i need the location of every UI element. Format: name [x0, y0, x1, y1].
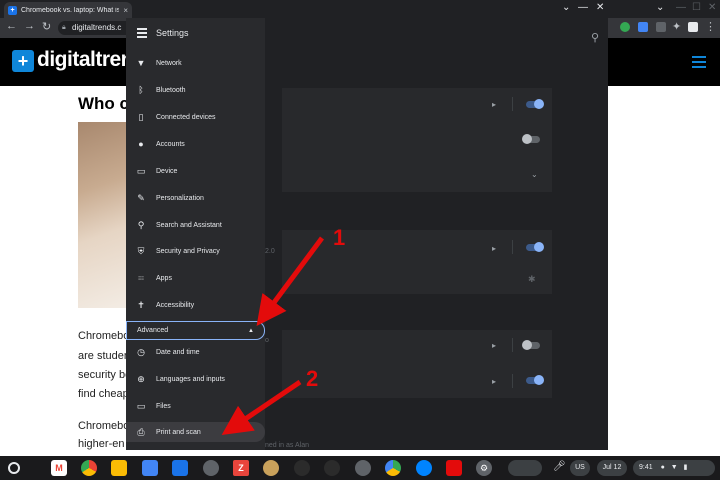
launcher-icon[interactable]	[8, 462, 20, 474]
camera-icon[interactable]	[203, 460, 219, 476]
app-icon[interactable]	[263, 460, 279, 476]
status-tray[interactable]: 9:41 ● ▼ ▮	[633, 460, 715, 476]
keep-icon[interactable]	[111, 460, 127, 476]
acrobat-icon[interactable]	[446, 460, 462, 476]
clock-time: 9:41	[639, 464, 653, 471]
notification-dot-icon: ●	[660, 464, 665, 471]
keyboard-layout-indicator[interactable]: US	[570, 460, 590, 476]
date-pill[interactable]: Jul 12	[597, 460, 627, 476]
messenger-icon[interactable]	[416, 460, 432, 476]
play-store-icon[interactable]	[385, 460, 401, 476]
microphone-icon[interactable]: 🎤︎	[553, 461, 566, 472]
arrow-to-print-and-scan	[221, 379, 302, 436]
filezilla-icon[interactable]: Z	[233, 460, 249, 476]
app-icon[interactable]	[324, 460, 340, 476]
app-icon[interactable]	[294, 460, 310, 476]
chrome-icon[interactable]	[81, 460, 97, 476]
wifi-status-icon: ▼	[670, 464, 678, 471]
annotation-arrows	[221, 236, 325, 436]
files-icon[interactable]	[172, 460, 188, 476]
arrow-to-advanced	[256, 236, 325, 327]
settings-gear-icon[interactable]: ⚙	[476, 460, 492, 476]
tote-pill[interactable]	[508, 460, 542, 476]
battery-icon: ▮	[683, 464, 688, 471]
gmail-icon[interactable]: M	[51, 460, 67, 476]
docs-icon[interactable]	[142, 460, 158, 476]
calculator-icon[interactable]	[355, 460, 371, 476]
annotation-number-1: 1	[333, 225, 346, 250]
annotation-number-2: 2	[306, 366, 319, 391]
